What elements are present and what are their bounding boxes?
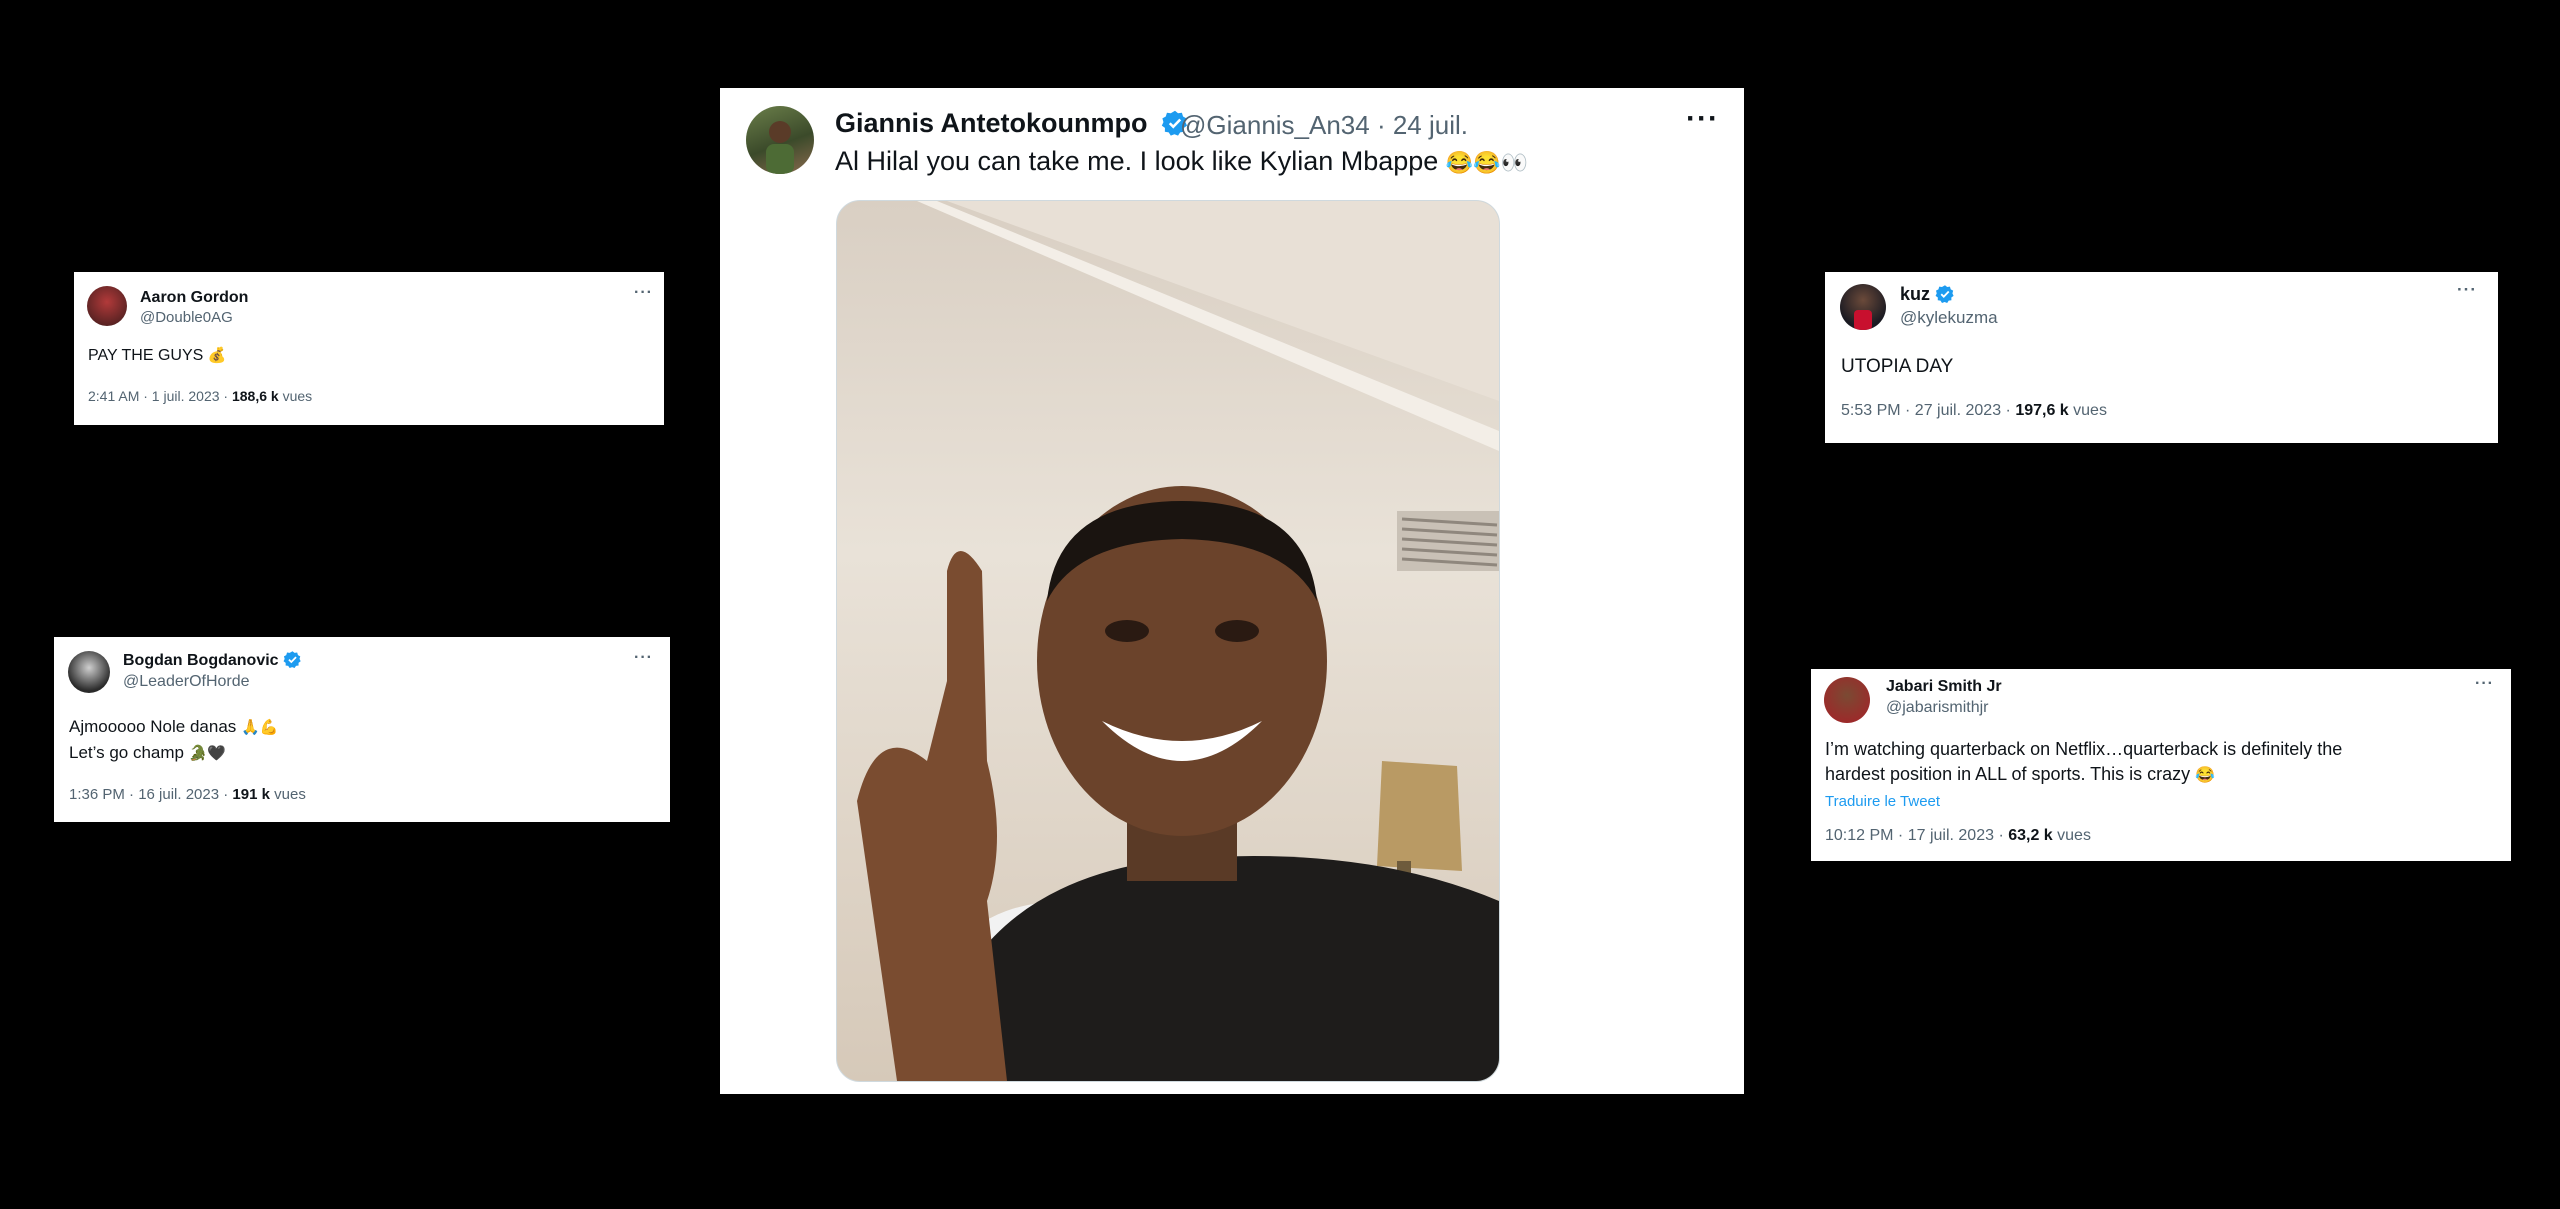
verified-badge-icon — [283, 650, 301, 668]
avatar[interactable] — [1824, 677, 1870, 723]
avatar[interactable] — [68, 651, 110, 693]
avatar[interactable] — [87, 286, 127, 326]
more-options-icon[interactable]: ··· — [634, 284, 653, 302]
tweet-text-content: PAY THE GUYS — [88, 347, 204, 364]
tweet-text-content: Al Hilal you can take me. I look like Ky… — [835, 146, 1439, 176]
tweet-card-jabari-smith[interactable]: Jabari Smith Jr @jabarismithjr ··· I’m w… — [1811, 669, 2511, 861]
views-label: vues — [278, 388, 313, 404]
tweet-text: PAY THE GUYS 💰 — [88, 346, 226, 365]
more-options-icon[interactable]: ··· — [634, 649, 653, 667]
tweet-text-line-2: hardest position in ALL of sports. This … — [1825, 764, 2215, 785]
tweet-text-line-1: Ajmooooo Nole danas 🙏💪 — [69, 717, 278, 737]
author-handle[interactable]: @LeaderOfHorde — [123, 673, 250, 691]
view-count: 188,6 k — [231, 388, 279, 404]
eyes-emoji: 👀 — [1500, 150, 1529, 175]
translate-tweet-link[interactable]: Traduire le Tweet — [1825, 793, 1940, 810]
author-handle[interactable]: @jabarismithjr — [1886, 699, 1988, 717]
tweet-text-content: Ajmooooo Nole danas — [69, 717, 237, 736]
view-count: 191 k — [232, 786, 270, 803]
author-handle[interactable]: @Double0AG — [140, 309, 233, 326]
timestamp[interactable]: 2:41 AM · 1 juil. 2023 · — [88, 388, 232, 404]
avatar-image — [766, 121, 794, 174]
author-handle-and-date[interactable]: @Giannis_An34 · 24 juil. — [1180, 110, 1468, 141]
tweet-card-aaron-gordon[interactable]: Aaron Gordon @Double0AG ··· PAY THE GUYS… — [74, 272, 664, 425]
more-options-icon[interactable]: ··· — [2457, 280, 2477, 300]
tweet-meta: 2:41 AM · 1 juil. 2023 · 188,6 k vues — [88, 388, 312, 404]
author-handle[interactable]: @kylekuzma — [1900, 308, 1998, 328]
laughing-emoji: 😂 — [2195, 767, 2216, 784]
money-bag-emoji: 💰 — [207, 347, 227, 364]
tweet-meta: 1:36 PM · 16 juil. 2023 · 191 k vues — [69, 786, 306, 803]
tweet-card-kuz[interactable]: kuz @kylekuzma ··· UTOPIA DAY 5:53 PM · … — [1825, 272, 2498, 443]
avatar-image — [1854, 310, 1872, 330]
timestamp[interactable]: 10:12 PM · 17 juil. 2023 · — [1825, 827, 2008, 844]
tweet-card-bogdan-bogdanovic[interactable]: Bogdan Bogdanovic @LeaderOfHorde ··· Ajm… — [54, 637, 670, 822]
selfie-image — [837, 201, 1499, 1081]
author-name-text: kuz — [1900, 284, 1931, 304]
laughing-emoji: 😂 — [1473, 150, 1501, 175]
tweet-text: UTOPIA DAY — [1841, 356, 1954, 377]
tweet-text-content: hardest position in ALL of sports. This … — [1825, 764, 2191, 784]
author-name-text: Bogdan Bogdanovic — [123, 652, 279, 669]
tweet-photo[interactable] — [836, 200, 1500, 1082]
view-count: 63,2 k — [2008, 827, 2053, 844]
avatar[interactable] — [1840, 284, 1886, 330]
views-label: vues — [269, 786, 306, 803]
author-name[interactable]: Giannis Antetokounmpo — [835, 108, 1189, 139]
tweet-card-giannis[interactable]: Giannis Antetokounmpo @Giannis_An34 · 24… — [720, 88, 1744, 1094]
view-count: 197,6 k — [2015, 402, 2069, 419]
verified-badge-icon — [1935, 285, 1954, 303]
laughing-emoji: 😂 — [1445, 150, 1474, 175]
crocodile-heart-emoji: 🐊🖤 — [188, 745, 227, 762]
tweet-text: Al Hilal you can take me. I look like Ky… — [835, 146, 1528, 177]
timestamp[interactable]: 1:36 PM · 16 juil. 2023 · — [69, 786, 232, 803]
author-name[interactable]: Jabari Smith Jr — [1886, 678, 2002, 696]
tweet-text-content: Let’s go champ — [69, 743, 184, 762]
pray-muscle-emoji: 🙏💪 — [241, 719, 279, 736]
author-name[interactable]: Bogdan Bogdanovic — [123, 650, 302, 670]
more-options-icon[interactable]: ··· — [1686, 102, 1719, 136]
tweet-meta: 10:12 PM · 17 juil. 2023 · 63,2 k vues — [1825, 827, 2091, 845]
tweet-meta: 5:53 PM · 27 juil. 2023 · 197,6 k vues — [1841, 402, 2107, 420]
views-label: vues — [2068, 402, 2107, 419]
timestamp[interactable]: 5:53 PM · 27 juil. 2023 · — [1841, 402, 2015, 419]
tweet-text-line-1: I’m watching quarterback on Netflix…quar… — [1825, 739, 2343, 759]
author-name-text: Giannis Antetokounmpo — [835, 108, 1148, 138]
author-name[interactable]: Aaron Gordon — [140, 289, 248, 307]
tweet-text-line-2: Let’s go champ 🐊🖤 — [69, 743, 226, 763]
more-options-icon[interactable]: ··· — [2475, 675, 2494, 693]
author-name[interactable]: kuz — [1900, 284, 1955, 305]
avatar[interactable] — [746, 106, 814, 174]
views-label: vues — [2052, 827, 2091, 844]
